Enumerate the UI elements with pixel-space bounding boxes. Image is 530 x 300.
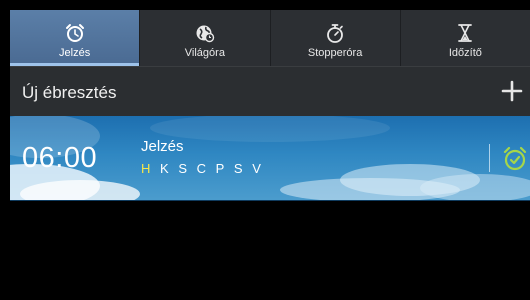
alarm-item[interactable]: 06:00 Jelzés H K S C P S V [10, 116, 530, 201]
day-monday: H [141, 161, 153, 176]
tab-world-clock[interactable]: Világóra [140, 10, 271, 66]
tab-alarm-label: Jelzés [59, 47, 91, 59]
new-alarm-row[interactable]: Új ébresztés [10, 66, 530, 116]
alarm-days: H K S C P S V [141, 161, 265, 176]
day-thursday: C [196, 161, 208, 176]
tab-timer[interactable]: Időzítő [401, 10, 530, 66]
day-sunday: V [252, 161, 263, 176]
alarm-divider [489, 144, 490, 172]
clock-app: Jelzés Világóra Stopperóra Időzítő Új éb… [10, 10, 530, 300]
new-alarm-label: Új ébresztés [22, 83, 117, 102]
alarm-toggle-icon[interactable] [500, 144, 530, 174]
tab-bar: Jelzés Világóra Stopperóra Időzítő [10, 10, 530, 66]
alarm-name: Jelzés [141, 138, 184, 155]
tab-alarm[interactable]: Jelzés [10, 10, 141, 66]
day-saturday: S [233, 161, 245, 176]
tab-world-clock-label: Világóra [184, 47, 225, 59]
hourglass-icon [458, 24, 473, 42]
day-tuesday: K [160, 161, 171, 176]
alarm-time: 06:00 [22, 142, 98, 174]
day-wednesday: S [178, 161, 189, 176]
alarm-clock-icon [65, 24, 84, 42]
stopwatch-icon [327, 24, 344, 43]
app-screen: Jelzés Világóra Stopperóra Időzítő Új éb… [0, 0, 530, 300]
plus-icon[interactable] [500, 79, 524, 103]
tab-stopwatch-label: Stopperóra [307, 47, 363, 59]
tab-stopwatch[interactable]: Stopperóra [271, 10, 401, 66]
globe-clock-icon [196, 25, 215, 43]
day-friday: P [215, 161, 227, 176]
tab-timer-label: Időzítő [448, 47, 482, 59]
